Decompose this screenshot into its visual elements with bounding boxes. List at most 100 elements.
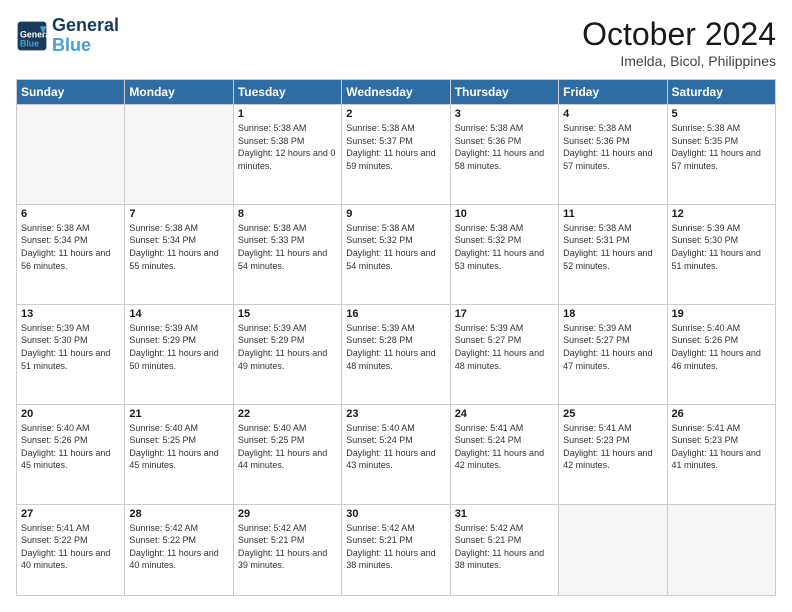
calendar-cell: 16Sunrise: 5:39 AMSunset: 5:28 PMDayligh… <box>342 304 450 404</box>
month-title: October 2024 <box>582 16 776 53</box>
day-number: 3 <box>455 108 554 120</box>
day-number: 29 <box>238 508 337 520</box>
logo: General Blue General Blue <box>16 16 119 56</box>
logo-line1: General <box>52 16 119 36</box>
page: General Blue General Blue October 2024 I… <box>0 0 792 612</box>
calendar-week-3: 13 Sunrise: 5:39 AMSunset: 5:30 PMDayligh… <box>17 304 776 404</box>
calendar-cell: 1 Sunrise: 5:38 AMSunset: 5:38 PMDaylight… <box>233 105 341 205</box>
calendar-cell: 24Sunrise: 5:41 AMSunset: 5:24 PMDayligh… <box>450 404 558 504</box>
calendar-cell <box>17 105 125 205</box>
day-info: Sunrise: 5:39 AMSunset: 5:30 PMDaylight:… <box>672 222 771 272</box>
calendar-week-2: 6 Sunrise: 5:38 AMSunset: 5:34 PMDaylight… <box>17 204 776 304</box>
day-number: 20 <box>21 408 120 420</box>
day-number: 25 <box>563 408 662 420</box>
day-number: 1 <box>238 108 337 120</box>
calendar-cell <box>125 105 233 205</box>
calendar-table: SundayMondayTuesdayWednesdayThursdayFrid… <box>16 79 776 596</box>
svg-text:Blue: Blue <box>20 38 39 48</box>
calendar-cell: 12 Sunrise: 5:39 AMSunset: 5:30 PMDayligh… <box>667 204 775 304</box>
title-section: October 2024 Imelda, Bicol, Philippines <box>582 16 776 69</box>
weekday-header-thursday: Thursday <box>450 80 558 105</box>
day-info: Sunrise: 5:39 AMSunset: 5:29 PMDaylight:… <box>129 322 228 372</box>
day-number: 6 <box>21 208 120 220</box>
day-number: 14 <box>129 308 228 320</box>
day-number: 13 <box>21 308 120 320</box>
calendar-cell: 4Sunrise: 5:38 AMSunset: 5:36 PMDaylight… <box>559 105 667 205</box>
weekday-header-wednesday: Wednesday <box>342 80 450 105</box>
weekday-header-sunday: Sunday <box>17 80 125 105</box>
calendar-cell: 6 Sunrise: 5:38 AMSunset: 5:34 PMDaylight… <box>17 204 125 304</box>
day-info: Sunrise: 5:39 AMSunset: 5:30 PMDaylight:… <box>21 322 120 372</box>
calendar-cell: 9 Sunrise: 5:38 AMSunset: 5:32 PMDaylight… <box>342 204 450 304</box>
weekday-header-monday: Monday <box>125 80 233 105</box>
calendar-cell: 7 Sunrise: 5:38 AMSunset: 5:34 PMDaylight… <box>125 204 233 304</box>
calendar-cell: 28 Sunrise: 5:42 AMSunset: 5:22 PMDayligh… <box>125 504 233 595</box>
calendar-cell: 15 Sunrise: 5:39 AMSunset: 5:29 PMDayligh… <box>233 304 341 404</box>
day-info: Sunrise: 5:39 AMSunset: 5:29 PMDaylight:… <box>238 322 337 372</box>
location-title: Imelda, Bicol, Philippines <box>582 53 776 69</box>
calendar-cell: 19 Sunrise: 5:40 AMSunset: 5:26 PMDayligh… <box>667 304 775 404</box>
calendar-cell: 8Sunrise: 5:38 AMSunset: 5:33 PMDaylight… <box>233 204 341 304</box>
day-info: Sunrise: 5:38 AMSunset: 5:32 PMDaylight:… <box>346 222 445 272</box>
calendar-cell: 14 Sunrise: 5:39 AMSunset: 5:29 PMDayligh… <box>125 304 233 404</box>
calendar-cell <box>667 504 775 595</box>
day-info: Sunrise: 5:39 AMSunset: 5:27 PMDaylight:… <box>563 322 662 372</box>
calendar-cell: 17Sunrise: 5:39 AMSunset: 5:27 PMDayligh… <box>450 304 558 404</box>
calendar-cell: 5Sunrise: 5:38 AMSunset: 5:35 PMDaylight… <box>667 105 775 205</box>
day-number: 19 <box>672 308 771 320</box>
calendar-cell: 29Sunrise: 5:42 AMSunset: 5:21 PMDayligh… <box>233 504 341 595</box>
day-number: 18 <box>563 308 662 320</box>
day-number: 12 <box>672 208 771 220</box>
calendar-cell: 11 Sunrise: 5:38 AMSunset: 5:31 PMDayligh… <box>559 204 667 304</box>
weekday-header-saturday: Saturday <box>667 80 775 105</box>
day-number: 9 <box>346 208 445 220</box>
day-number: 28 <box>129 508 228 520</box>
logo-line2: Blue <box>52 36 119 56</box>
day-info: Sunrise: 5:42 AMSunset: 5:21 PMDaylight:… <box>346 522 445 572</box>
calendar-cell: 13 Sunrise: 5:39 AMSunset: 5:30 PMDayligh… <box>17 304 125 404</box>
calendar-cell: 25 Sunrise: 5:41 AMSunset: 5:23 PMDayligh… <box>559 404 667 504</box>
calendar-cell: 22 Sunrise: 5:40 AMSunset: 5:25 PMDayligh… <box>233 404 341 504</box>
day-info: Sunrise: 5:38 AMSunset: 5:34 PMDaylight:… <box>129 222 228 272</box>
header: General Blue General Blue October 2024 I… <box>16 16 776 69</box>
logo-text: General Blue <box>52 16 119 56</box>
day-info: Sunrise: 5:41 AMSunset: 5:22 PMDaylight:… <box>21 522 120 572</box>
calendar-week-1: 1 Sunrise: 5:38 AMSunset: 5:38 PMDaylight… <box>17 105 776 205</box>
calendar-cell: 20 Sunrise: 5:40 AMSunset: 5:26 PMDayligh… <box>17 404 125 504</box>
calendar-cell: 3Sunrise: 5:38 AMSunset: 5:36 PMDaylight… <box>450 105 558 205</box>
calendar-week-4: 20 Sunrise: 5:40 AMSunset: 5:26 PMDayligh… <box>17 404 776 504</box>
day-number: 27 <box>21 508 120 520</box>
day-info: Sunrise: 5:42 AMSunset: 5:21 PMDaylight:… <box>455 522 554 572</box>
calendar-cell: 18 Sunrise: 5:39 AMSunset: 5:27 PMDayligh… <box>559 304 667 404</box>
day-info: Sunrise: 5:40 AMSunset: 5:26 PMDaylight:… <box>21 422 120 472</box>
day-number: 8 <box>238 208 337 220</box>
day-info: Sunrise: 5:39 AMSunset: 5:28 PMDaylight:… <box>346 322 445 372</box>
day-number: 21 <box>129 408 228 420</box>
weekday-header-tuesday: Tuesday <box>233 80 341 105</box>
day-info: Sunrise: 5:42 AMSunset: 5:22 PMDaylight:… <box>129 522 228 572</box>
calendar-cell: 30 Sunrise: 5:42 AMSunset: 5:21 PMDayligh… <box>342 504 450 595</box>
day-info: Sunrise: 5:38 AMSunset: 5:35 PMDaylight:… <box>672 122 771 172</box>
calendar-cell: 21Sunrise: 5:40 AMSunset: 5:25 PMDayligh… <box>125 404 233 504</box>
day-number: 30 <box>346 508 445 520</box>
day-number: 23 <box>346 408 445 420</box>
day-number: 17 <box>455 308 554 320</box>
calendar-cell: 27 Sunrise: 5:41 AMSunset: 5:22 PMDayligh… <box>17 504 125 595</box>
day-number: 22 <box>238 408 337 420</box>
day-info: Sunrise: 5:38 AMSunset: 5:38 PMDaylight:… <box>238 122 337 172</box>
weekday-header-row: SundayMondayTuesdayWednesdayThursdayFrid… <box>17 80 776 105</box>
day-number: 15 <box>238 308 337 320</box>
calendar-week-5: 27 Sunrise: 5:41 AMSunset: 5:22 PMDayligh… <box>17 504 776 595</box>
day-number: 7 <box>129 208 228 220</box>
day-number: 11 <box>563 208 662 220</box>
calendar-cell: 2Sunrise: 5:38 AMSunset: 5:37 PMDaylight… <box>342 105 450 205</box>
calendar-cell <box>559 504 667 595</box>
day-info: Sunrise: 5:38 AMSunset: 5:31 PMDaylight:… <box>563 222 662 272</box>
day-info: Sunrise: 5:38 AMSunset: 5:34 PMDaylight:… <box>21 222 120 272</box>
calendar-cell: 31Sunrise: 5:42 AMSunset: 5:21 PMDayligh… <box>450 504 558 595</box>
day-info: Sunrise: 5:40 AMSunset: 5:26 PMDaylight:… <box>672 322 771 372</box>
day-number: 4 <box>563 108 662 120</box>
day-number: 24 <box>455 408 554 420</box>
day-info: Sunrise: 5:41 AMSunset: 5:23 PMDaylight:… <box>563 422 662 472</box>
day-info: Sunrise: 5:40 AMSunset: 5:25 PMDaylight:… <box>238 422 337 472</box>
